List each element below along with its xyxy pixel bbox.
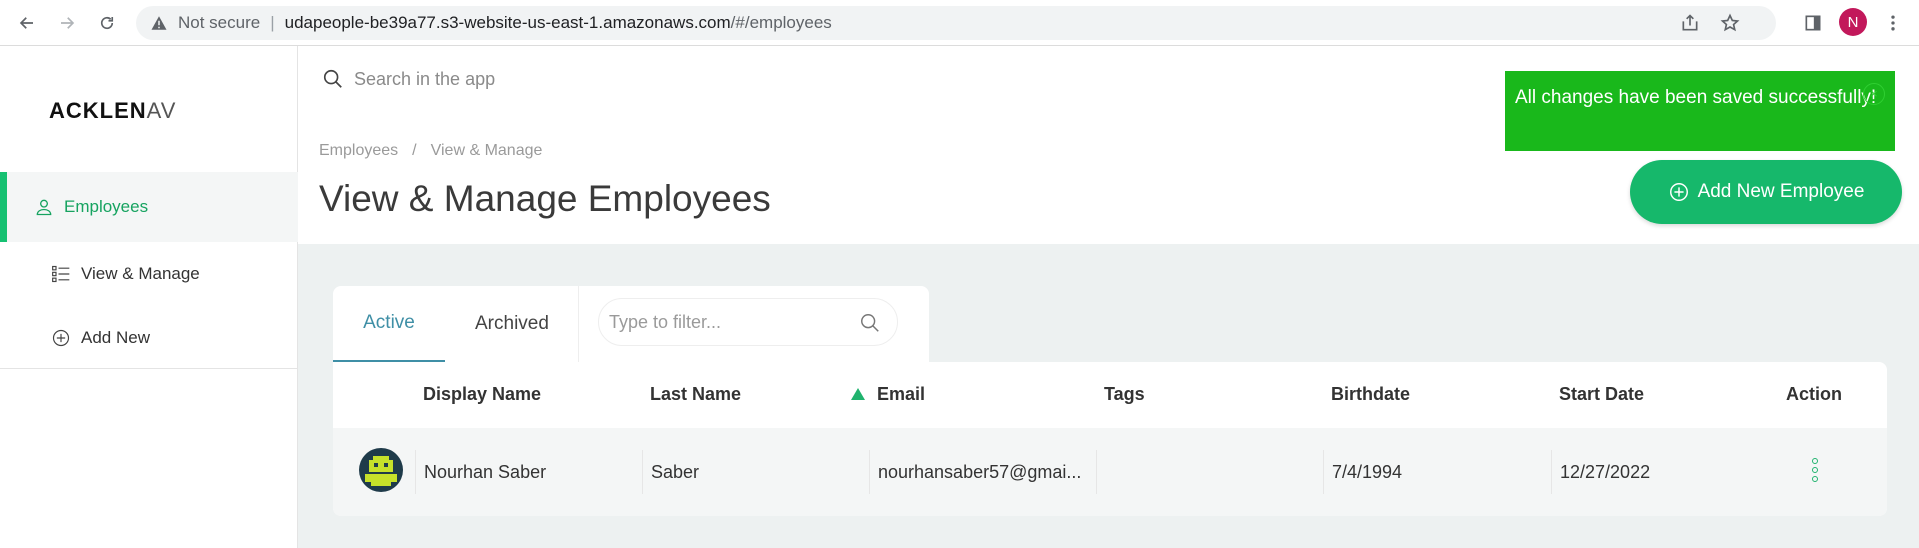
column-display-name[interactable]: Display Name [423, 384, 541, 405]
plus-circle-icon [52, 329, 70, 347]
address-bar[interactable]: Not secure | udapeople-be39a77.s3-websit… [136, 6, 1776, 40]
filter-placeholder: Type to filter... [609, 311, 722, 332]
browser-toolbar: Not secure | udapeople-be39a77.s3-websit… [0, 0, 1919, 46]
main-content: Active Archived Type to filter... Displa… [298, 244, 1919, 548]
app-search[interactable]: Search in the app [322, 68, 495, 90]
tab-active[interactable]: Active [333, 286, 445, 362]
sidebar-divider [0, 368, 298, 369]
cell-start-date: 12/27/2022 [1551, 450, 1650, 494]
profile-avatar[interactable]: N [1839, 8, 1867, 36]
cell-last-name: Saber [642, 450, 699, 494]
column-email[interactable]: Email [877, 384, 925, 405]
row-actions-icon[interactable] [1809, 458, 1821, 488]
not-secure-label: Not secure [178, 13, 261, 32]
cell-birthdate: 7/4/1994 [1323, 450, 1402, 494]
sidebar-item-employees[interactable]: Employees [0, 172, 298, 242]
tabs-bar: Active Archived Type to filter... [333, 286, 929, 362]
bookmark-star-icon[interactable] [1720, 13, 1740, 33]
plus-circle-icon [1669, 183, 1688, 201]
column-last-name[interactable]: Last Name [650, 384, 741, 405]
sidebar: ACKLENAV Employees View & Manage Add New [0, 46, 298, 548]
user-icon [36, 199, 52, 216]
url-host: udapeople-be39a77.s3-website-us-east-1.a… [284, 13, 731, 32]
cell-email: nourhansaber57@gmai... [869, 450, 1081, 494]
table-header: Display Name Last Name Email Tags Birthd… [333, 362, 1887, 428]
column-birthdate[interactable]: Birthdate [1331, 384, 1410, 405]
toast-message: All changes have been saved successfully… [1515, 87, 1877, 108]
more-menu-icon[interactable] [1880, 10, 1906, 36]
side-panel-icon[interactable] [1800, 10, 1826, 36]
cell-tags [1096, 450, 1105, 494]
breadcrumb-separator: / [412, 142, 417, 159]
avatar [359, 448, 403, 492]
reload-icon[interactable] [94, 10, 120, 36]
forward-icon[interactable] [54, 10, 80, 36]
share-icon[interactable] [1680, 13, 1700, 33]
url-path: /#/employees [730, 13, 832, 32]
breadcrumb-employees[interactable]: Employees [319, 142, 398, 159]
logo-tail: AV [146, 98, 177, 123]
sidebar-item-label: Employees [64, 197, 149, 216]
column-start-date[interactable]: Start Date [1559, 384, 1644, 405]
sort-ascending-icon[interactable] [851, 388, 865, 400]
add-new-employee-label: Add New Employee [1697, 181, 1865, 202]
sidebar-item-view-manage[interactable]: View & Manage [0, 244, 298, 304]
search-icon [323, 69, 342, 88]
filter-input[interactable]: Type to filter... [598, 298, 898, 346]
logo-main: ACKLEN [49, 98, 147, 123]
url-separator: | [270, 13, 275, 32]
breadcrumb-view-manage: View & Manage [430, 142, 543, 159]
cell-display-name: Nourhan Saber [415, 450, 546, 494]
back-icon[interactable] [14, 10, 40, 36]
employees-table: Display Name Last Name Email Tags Birthd… [333, 362, 1887, 516]
column-tags[interactable]: Tags [1104, 384, 1145, 405]
column-action: Action [1786, 384, 1842, 404]
add-new-employee-button[interactable]: Add New Employee [1630, 160, 1902, 224]
success-toast: All changes have been saved successfully… [1505, 71, 1895, 151]
tab-divider [578, 286, 579, 362]
list-icon [52, 265, 70, 283]
page-title: View & Manage Employees [319, 178, 771, 219]
sidebar-item-add-new[interactable]: Add New [0, 308, 298, 368]
search-icon [861, 314, 879, 332]
warning-icon [151, 16, 167, 30]
breadcrumb: Employees / View & Manage [319, 142, 542, 160]
close-icon[interactable]: × [1863, 83, 1885, 105]
table-row[interactable]: Nourhan Saber Saber nourhansaber57@gmai.… [333, 428, 1887, 516]
sidebar-item-label: Add New [81, 328, 150, 347]
sidebar-item-label: View & Manage [81, 264, 200, 283]
logo[interactable]: ACKLENAV [49, 98, 176, 124]
tab-archived[interactable]: Archived [475, 286, 549, 362]
search-input[interactable]: Search in the app [354, 69, 495, 90]
